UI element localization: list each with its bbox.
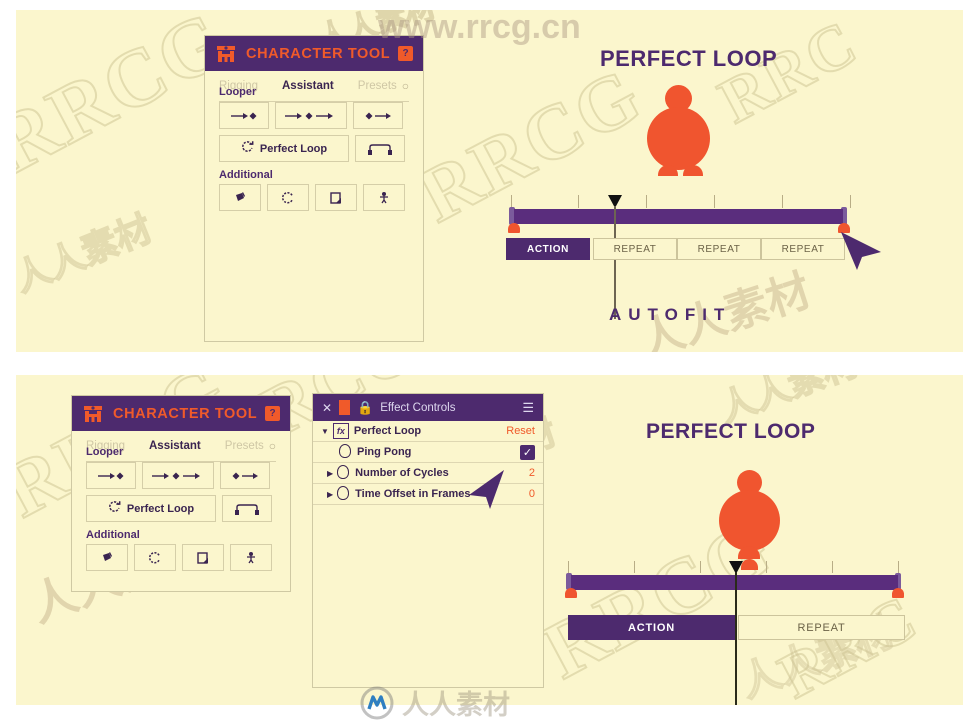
- timeline-tick: [898, 561, 899, 573]
- playhead-line: [614, 206, 616, 319]
- segment-repeat[interactable]: REPEAT: [761, 238, 845, 260]
- timeline-tick: [634, 561, 635, 573]
- arrow-cursor-icon: [839, 230, 883, 277]
- timeline-bottom: ACTION REPEAT: [16, 375, 963, 705]
- timeline-tick: [850, 195, 851, 208]
- bottom-panel: RRCG RRCG RRCG RRC 人人素材 人人素材 人人素材 人人素材 人…: [16, 375, 963, 705]
- watermark-chinese: 人人素材: [402, 690, 510, 720]
- playhead-line: [735, 572, 737, 705]
- watermark-url: www.rrcg.cn: [378, 8, 581, 46]
- timeline-tick: [578, 195, 579, 208]
- segment-repeat[interactable]: REPEAT: [677, 238, 761, 260]
- segment-repeat[interactable]: REPEAT: [738, 615, 905, 640]
- timeline-tick: [766, 561, 767, 573]
- timeline-tick: [782, 195, 783, 208]
- keyframe-marker-icon[interactable]: [892, 588, 904, 598]
- timeline-tick: [714, 195, 715, 208]
- work-area-bar[interactable]: [514, 209, 843, 224]
- rrsc-logo-watermark: 人人素材: [360, 683, 510, 722]
- segment-repeat[interactable]: REPEAT: [593, 238, 677, 260]
- keyframe-marker-icon[interactable]: [508, 223, 520, 233]
- segment-action[interactable]: ACTION: [568, 615, 735, 640]
- screenshot-root: RRCG RRCG RRC 人人素材 人人素材 人人素材 人人素材: [0, 0, 963, 721]
- keyframe-marker-icon[interactable]: [565, 588, 577, 598]
- autofit-caption: AUTOFIT: [609, 305, 732, 324]
- timeline-top: ACTION REPEAT REPEAT REPEAT AUTOFIT: [16, 10, 963, 352]
- timeline-tick: [700, 561, 701, 573]
- segment-action[interactable]: ACTION: [506, 238, 590, 260]
- top-panel: RRCG RRCG RRC 人人素材 人人素材 人人素材 人人素材: [16, 10, 963, 352]
- timeline-tick: [568, 561, 569, 573]
- timeline-tick: [646, 195, 647, 208]
- timeline-tick: [832, 561, 833, 573]
